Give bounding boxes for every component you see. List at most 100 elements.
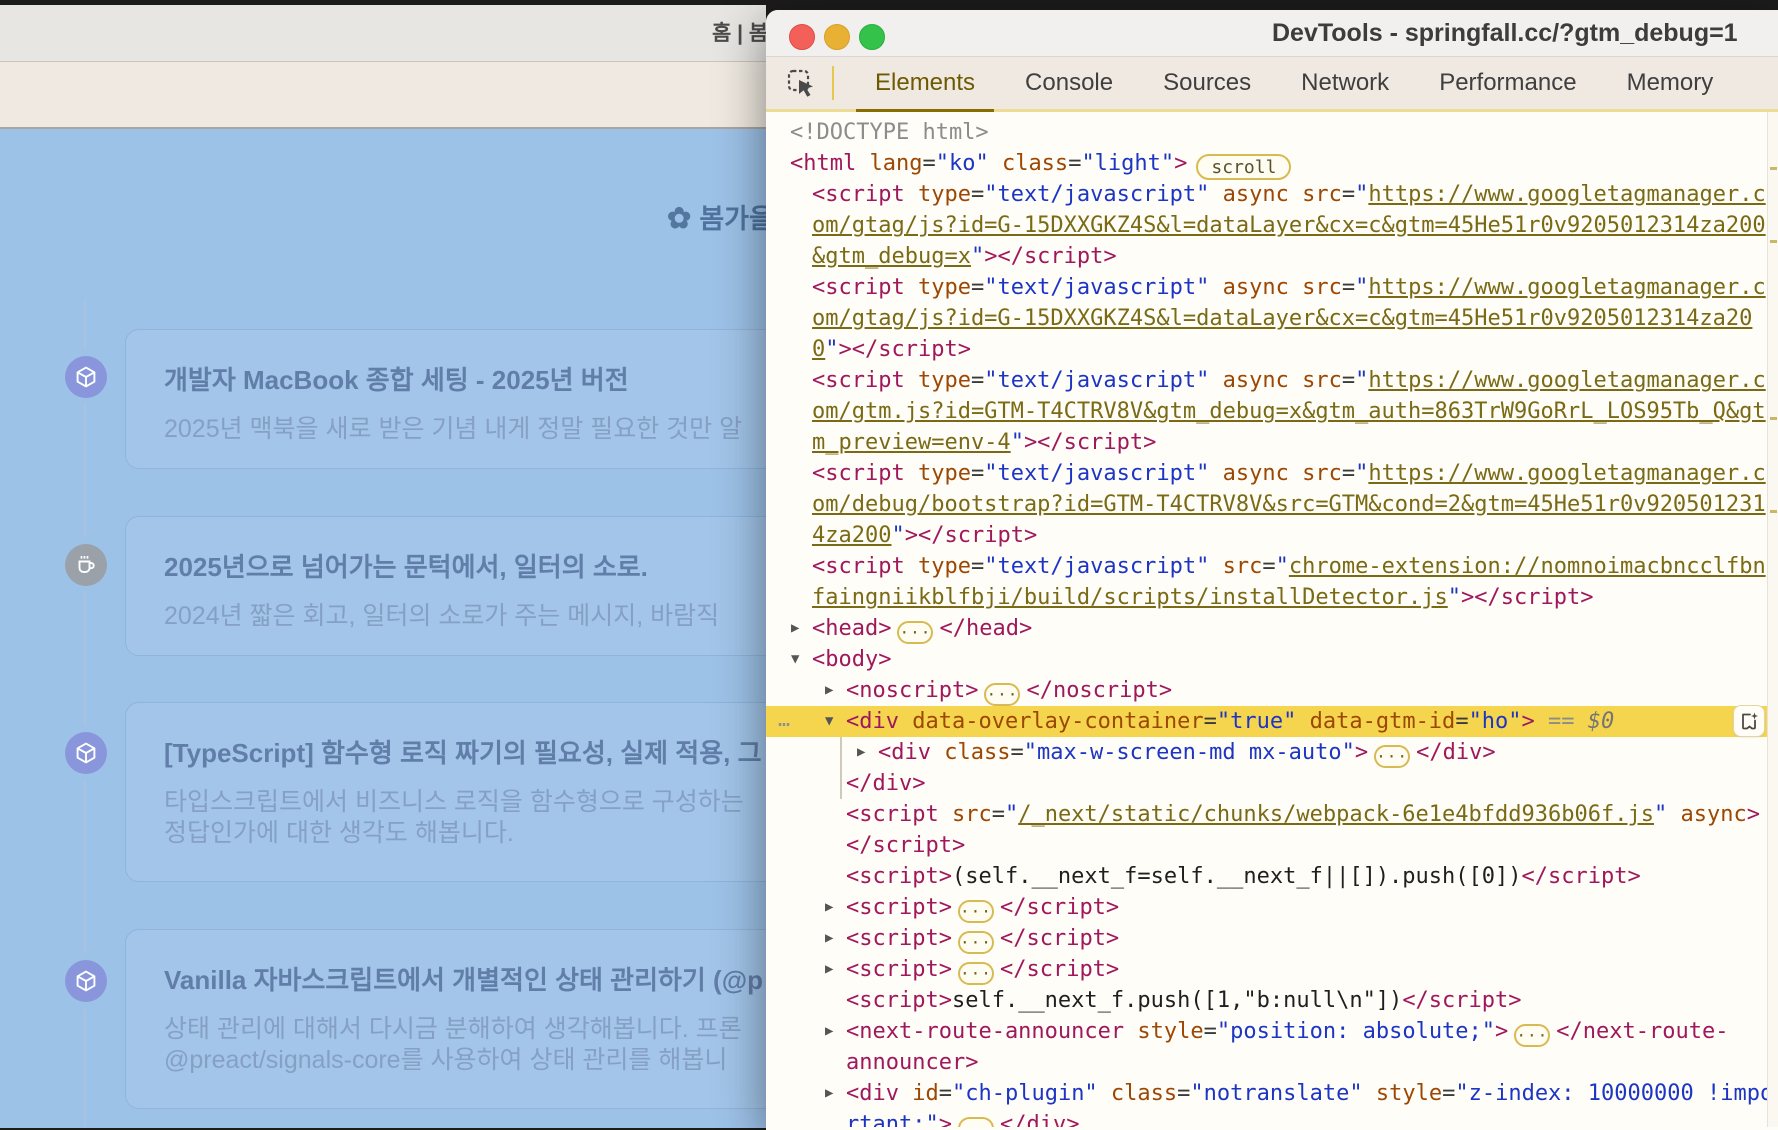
resource-link[interactable]: /_next/static/chunks/webpack-6e1e4bfdd93… [1018,802,1654,827]
dom-tree-row[interactable]: <script src="/_next/static/chunks/webpac… [766,799,1778,830]
disclosure-triangle-icon[interactable]: ▶ [825,1016,833,1047]
dom-tree-row[interactable]: om/debug/bootstrap?id=GTM-T4CTRV8V&src=G… [766,489,1778,520]
expand-ellipsis-icon[interactable]: ··· [1514,1024,1550,1047]
dom-tree-row[interactable]: om/gtag/js?id=G-15DXXGKZ4S&l=dataLayer&c… [766,210,1778,241]
expand-ellipsis-icon[interactable]: ··· [958,1117,994,1127]
dom-tree-row[interactable]: ▶<div class="max-w-screen-md mx-auto">··… [766,737,1778,768]
disclosure-triangle-icon[interactable]: ▶ [825,892,833,923]
code-token: type [905,461,971,486]
code-token: " [891,523,904,548]
close-window-button[interactable] [789,24,815,50]
resource-link[interactable]: chrome-extension://nomnoimacbncclfbn [1289,554,1766,579]
expand-ellipsis-icon[interactable]: ··· [958,931,994,954]
selected-dom-node[interactable]: …▼<div data-overlay-container="true" dat… [766,706,1778,737]
tab-console[interactable]: Console [1000,56,1138,111]
dom-tree-row[interactable]: <!DOCTYPE html> [766,117,1778,148]
dom-tree-row[interactable]: 4za200"></script> [766,520,1778,551]
resource-link[interactable]: om/debug/bootstrap?id=GTM-T4CTRV8V&src=G… [812,492,1766,517]
resource-link[interactable]: https://www.googletagmanager.c [1368,182,1765,207]
dom-tree-row[interactable]: ▶<script>···</script> [766,892,1778,923]
post-title: Vanilla 자바스크립트에서 개별적인 상태 관리하기 (@p [164,960,766,997]
resource-link[interactable]: faingniikblfbji/build/scripts/installDet… [812,585,1448,610]
ai-assistance-button[interactable] [1734,706,1764,736]
disclosure-triangle-icon[interactable]: ▶ [825,954,833,985]
dom-tree-row[interactable]: announcer> [766,1047,1778,1078]
disclosure-triangle-icon[interactable]: ▶ [825,1078,833,1109]
dom-tree-row[interactable]: om/gtag/js?id=G-15DXXGKZ4S&l=dataLayer&c… [766,303,1778,334]
tab-sources[interactable]: Sources [1138,56,1276,111]
elements-panel: <!DOCTYPE html><html lang="ko" class="li… [766,112,1778,1127]
expand-ellipsis-icon[interactable]: ··· [958,962,994,985]
resource-link[interactable]: 0 [812,337,825,362]
dom-tree-row[interactable]: <script type="text/javascript" src="chro… [766,551,1778,582]
expand-ellipsis-icon[interactable]: ··· [1374,745,1410,768]
post-card[interactable]: 2025년으로 넘어가는 문턱에서, 일터의 소로. 2024년 짧은 회고, 일… [125,516,766,656]
disclosure-triangle-icon[interactable]: ▶ [857,737,865,768]
resource-link[interactable]: om/gtag/js?id=G-15DXXGKZ4S&l=dataLayer&c… [812,213,1766,238]
tab-performance[interactable]: Performance [1414,56,1601,111]
expand-ellipsis-icon[interactable]: ··· [984,683,1020,706]
package-icon [65,732,107,774]
dom-tree-row[interactable]: ▶<next-route-announcer style="position: … [766,1016,1778,1047]
scroll-badge[interactable]: scroll [1196,154,1291,180]
minimize-window-button[interactable] [824,24,850,50]
browser-tab-title[interactable]: 홈 | 봄 [712,5,766,62]
dom-tree-row[interactable]: ▼<body> [766,644,1778,675]
site-logo[interactable]: ✿봄가을 [667,197,766,236]
dom-tree-row[interactable]: faingniikblfbji/build/scripts/installDet… [766,582,1778,613]
dom-tree-row[interactable]: ▶<script>···</script> [766,954,1778,985]
browser-tab-bar[interactable]: 홈 | 봄 [0,5,766,62]
scrollbar[interactable] [1767,112,1778,1127]
dom-tree-row[interactable]: 0"></script> [766,334,1778,365]
inspect-element-icon[interactable] [784,66,818,100]
post-card[interactable]: [TypeScript] 함수형 로직 짜기의 필요성, 실제 적용, 그타입스… [125,702,766,882]
post-card[interactable]: 개발자 MacBook 종합 세팅 - 2025년 버전2025년 맥북을 새로… [125,329,766,469]
code-token: " [1355,182,1368,207]
resource-link[interactable]: https://www.googletagmanager.c [1368,368,1765,393]
expand-ellipsis-icon[interactable]: ··· [897,621,933,644]
post-card[interactable]: Vanilla 자바스크립트에서 개별적인 상태 관리하기 (@p상태 관리에 … [125,929,766,1109]
resource-link[interactable]: m_preview=env-4 [812,430,1011,455]
resource-link[interactable]: om/gtag/js?id=G-15DXXGKZ4S&l=dataLayer&c… [812,306,1752,331]
resource-link[interactable]: https://www.googletagmanager.c [1368,461,1765,486]
dom-tree-row[interactable]: ▶<noscript>···</noscript> [766,675,1778,706]
expand-ellipsis-icon[interactable]: ··· [958,900,994,923]
dom-tree-row[interactable]: <script type="text/javascript" async src… [766,179,1778,210]
dom-tree-row[interactable]: <script>(self.__next_f=self.__next_f||[]… [766,861,1778,892]
dom-tree-row[interactable]: <script type="text/javascript" async src… [766,458,1778,489]
dom-tree-row[interactable]: <script>self.__next_f.push([1,"b:null\n"… [766,985,1778,1016]
dom-tree-row[interactable]: </script> [766,830,1778,861]
post-summary-line: 2024년 짧은 회고, 일터의 소로가 주는 메시지, 바람직 [164,601,766,632]
resource-link[interactable]: https://www.googletagmanager.c [1368,275,1765,300]
disclosure-triangle-icon[interactable]: ▼ [791,644,799,675]
timeline-line [84,405,86,537]
code-token: self.__next_f.push([1,"b:null\n"]) [952,988,1402,1013]
dom-tree-row[interactable]: rtant;">···</div> [766,1109,1778,1127]
dom-tree-row[interactable]: &gtm_debug=x"></script> [766,241,1778,272]
zoom-window-button[interactable] [859,24,885,50]
disclosure-triangle-icon[interactable]: ▼ [825,706,833,737]
tab-memory[interactable]: Memory [1602,56,1739,111]
resource-link[interactable]: &gtm_debug=x [812,244,971,269]
dom-tree-row[interactable]: <script type="text/javascript" async src… [766,365,1778,396]
tab-elements[interactable]: Elements [850,56,1000,111]
resource-link[interactable]: 4za200 [812,523,891,548]
devtools-toolbar: ElementsConsoleSourcesNetworkPerformance… [766,57,1778,112]
disclosure-triangle-icon[interactable]: ▶ [825,923,833,954]
dom-tree-row[interactable]: ▶<div id="ch-plugin" class="notranslate"… [766,1078,1778,1109]
dom-tree-row[interactable]: ▶<head>···</head> [766,613,1778,644]
dom-tree-row[interactable]: m_preview=env-4"></script> [766,427,1778,458]
dom-tree-row[interactable]: <script type="text/javascript" async src… [766,272,1778,303]
post-title: 2025년으로 넘어가는 문턱에서, 일터의 소로. [164,547,766,584]
dom-tree-row[interactable]: ▶<script>···</script> [766,923,1778,954]
code-token: > [1174,151,1187,176]
disclosure-triangle-icon[interactable]: ▶ [791,613,799,644]
dom-tree-row[interactable]: om/gtm.js?id=GTM-T4CTRV8V&gtm_debug=x&gt… [766,396,1778,427]
node-options-icon[interactable]: … [778,704,792,735]
tab-network[interactable]: Network [1276,56,1414,111]
disclosure-triangle-icon[interactable]: ▶ [825,675,833,706]
dom-tree-row[interactable]: <html lang="ko" class="light">scroll [766,148,1778,179]
resource-link[interactable]: om/gtm.js?id=GTM-T4CTRV8V&gtm_debug=x&gt… [812,399,1766,424]
code-token: src [1289,461,1342,486]
dom-tree-row[interactable]: </div> [766,768,1778,799]
